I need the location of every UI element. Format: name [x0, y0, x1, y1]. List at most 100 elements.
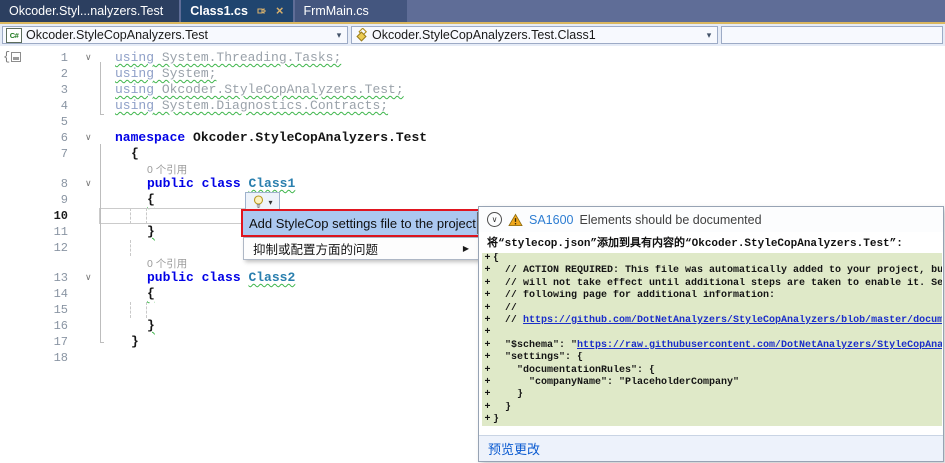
chevron-down-icon[interactable]: ▾ — [701, 30, 717, 41]
line-number: 2 — [0, 66, 74, 82]
line-number: 18 — [0, 350, 74, 366]
diff-added-line: + "documentationRules": { — [482, 365, 942, 377]
chevron-down-icon[interactable]: ▾ — [268, 198, 272, 207]
tab-label: FrmMain.cs — [304, 4, 369, 18]
code-token: using — [115, 98, 154, 113]
diff-added-line: + } — [482, 402, 942, 414]
fold-margin: ∨ — [74, 130, 114, 146]
code-line-7[interactable]: 7{ — [0, 146, 945, 162]
codelens-references-link[interactable]: 0 个引用 — [147, 164, 187, 176]
code-token: using — [115, 82, 154, 97]
diff-text: "$schema": " — [493, 340, 577, 351]
diff-plus-marker: + — [482, 340, 493, 352]
code-text: using System; — [114, 66, 945, 82]
member-dropdown[interactable] — [721, 26, 943, 44]
diff-text: // following page for additional informa… — [493, 290, 775, 301]
chevron-down-icon[interactable]: ▾ — [331, 30, 347, 41]
diff-link[interactable]: https://github.com/DotNetAnalyzers/Style… — [523, 315, 942, 326]
collapse-chevron-icon[interactable]: ∨ — [85, 176, 92, 192]
diff-plus-marker: + — [482, 303, 493, 315]
diff-plus-marker: + — [482, 278, 493, 290]
line-number: 11 — [0, 224, 74, 240]
code-line-8[interactable]: 8∨public class Class1 — [0, 176, 945, 192]
collapse-chevron-icon[interactable]: ∨ — [85, 270, 92, 286]
code-line-6[interactable]: 6∨namespace Okcoder.StyleCopAnalyzers.Te… — [0, 130, 945, 146]
collapse-circle-icon[interactable]: ∨ — [487, 212, 502, 227]
collapse-chevron-icon[interactable]: ∨ — [85, 130, 92, 146]
diff-added-line: + — [482, 327, 942, 339]
preview-changes-link[interactable]: 预览更改 — [488, 439, 540, 458]
codelens-references-link[interactable]: 0 个引用 — [147, 258, 187, 270]
type-dropdown[interactable]: Okcoder.StyleCopAnalyzers.Test.Class1 ▾ — [351, 26, 718, 44]
code-line-4[interactable]: 4using System.Diagnostics.Contracts; — [0, 98, 945, 114]
code-token — [194, 270, 202, 285]
diff-preview: +{+ // ACTION REQUIRED: This file was au… — [482, 253, 942, 426]
diff-plus-marker: + — [482, 377, 493, 389]
preview-panel-footer: 预览更改 — [479, 435, 943, 461]
collapse-chevron-icon[interactable]: ∨ — [85, 50, 92, 66]
diff-plus-marker: + — [482, 365, 493, 377]
code-token: System.Threading.Tasks; — [154, 50, 341, 65]
diff-plus-marker: + — [482, 253, 493, 265]
outline-guide-line — [100, 144, 101, 342]
code-token: { — [147, 286, 155, 301]
tab-class1-cs[interactable]: Class1.cs× — [181, 0, 292, 22]
fold-margin — [74, 302, 114, 318]
diff-added-line: + } — [482, 389, 942, 401]
project-dropdown[interactable]: C# Okcoder.StyleCopAnalyzers.Test ▾ — [2, 26, 348, 44]
line-number: 14 — [0, 286, 74, 302]
tab-frmmain-cs[interactable]: FrmMain.cs — [295, 0, 407, 22]
diff-plus-marker: + — [482, 414, 493, 426]
code-token: { — [147, 192, 155, 207]
fold-margin — [74, 146, 114, 162]
diff-added-line: +} — [482, 414, 942, 426]
diff-text: "documentationRules": { — [493, 365, 655, 376]
menu-item-suppress-configure[interactable]: 抑制或配置方面的问题 ▶ — [243, 237, 479, 260]
line-number: 5 — [0, 114, 74, 130]
rule-id: SA1600 — [529, 213, 573, 227]
code-line-2[interactable]: 2 using System; — [0, 66, 945, 82]
fold-margin — [74, 318, 114, 334]
line-number: 3 — [0, 82, 74, 98]
fold-margin — [74, 224, 114, 240]
fix-preview-panel: ∨ SA1600 Elements should be documented 将… — [478, 206, 944, 462]
navigation-bar: C# Okcoder.StyleCopAnalyzers.Test ▾ Okco… — [0, 24, 945, 47]
diff-added-line: + "$schema": "https://raw.githubusercont… — [482, 340, 942, 352]
code-token: System; — [154, 66, 216, 81]
diff-text: "companyName": "PlaceholderCompany" — [493, 377, 739, 388]
diff-added-line: + // following page for additional infor… — [482, 290, 942, 302]
vs-editor-window: Okcoder.Styl...nalyzers.TestClass1.cs× Fr… — [0, 0, 945, 463]
code-token — [194, 176, 202, 191]
diff-text: } — [493, 414, 499, 425]
diff-plus-marker: + — [482, 315, 493, 327]
tab-okcoder-styl-nalyzers-test[interactable]: Okcoder.Styl...nalyzers.Test — [0, 0, 179, 22]
line-number: 16 — [0, 318, 74, 334]
code-token: class — [202, 270, 241, 285]
code-token: Class1 — [248, 176, 295, 191]
code-token: using — [115, 50, 154, 65]
annotation-highlight-box: Add StyleCop settings file to the projec… — [241, 209, 501, 237]
diff-text: // will not take effect until additional… — [493, 278, 942, 289]
code-line-3[interactable]: 3 using Okcoder.StyleCopAnalyzers.Test; — [0, 82, 945, 98]
code-token: namespace — [115, 130, 185, 145]
diff-added-line: + "settings": { — [482, 352, 942, 364]
pin-icon[interactable] — [257, 6, 267, 16]
project-dropdown-value: Okcoder.StyleCopAnalyzers.Test — [26, 28, 331, 42]
diff-link[interactable]: https://raw.githubusercontent.com/DotNet… — [577, 340, 942, 351]
diff-plus-marker: + — [482, 352, 493, 364]
diff-added-line: +{ — [482, 253, 942, 265]
fold-margin: ∨ — [74, 50, 114, 66]
code-text: { — [114, 146, 945, 162]
lightbulb-icon — [252, 195, 265, 209]
diff-text: // — [493, 315, 523, 326]
code-line-1[interactable]: 1∨using System.Threading.Tasks; — [0, 50, 945, 66]
diff-text: // — [493, 303, 517, 314]
code-text: namespace Okcoder.StyleCopAnalyzers.Test — [114, 130, 945, 146]
close-icon[interactable]: × — [276, 6, 284, 16]
code-token: Okcoder.StyleCopAnalyzers.Test; — [154, 82, 404, 97]
diff-text: { — [493, 253, 499, 264]
line-number: 8 — [0, 176, 74, 192]
code-line-5[interactable]: 5 — [0, 114, 945, 130]
diff-added-line: + "companyName": "PlaceholderCompany" — [482, 377, 942, 389]
menu-item-add-stylecop-settings[interactable]: Add StyleCop settings file to the projec… — [243, 211, 476, 235]
